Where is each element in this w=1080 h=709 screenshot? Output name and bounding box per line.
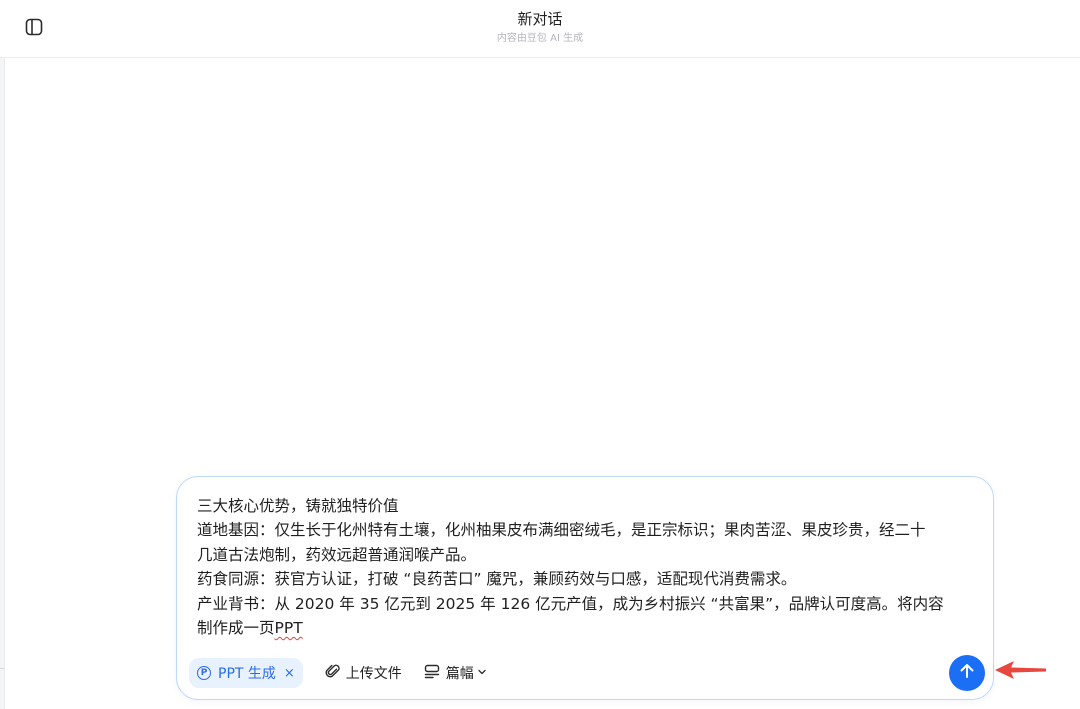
upload-file-label: 上传文件: [345, 666, 402, 682]
ppt-generate-chip[interactable]: P PPT 生成 ×: [189, 658, 303, 688]
length-label: 篇幅: [445, 666, 474, 682]
page-title: 新对话: [517, 10, 563, 28]
ppt-icon: P: [197, 666, 211, 680]
message-text: 制作成一页: [197, 619, 275, 638]
annotation-arrow-icon: [992, 657, 1048, 683]
arrow-up-icon: [958, 662, 976, 684]
close-icon[interactable]: ×: [284, 666, 295, 681]
message-input[interactable]: 三大核心优势，铸就独特价值 道地基因：仅生长于化州特有土壤，化州柚果皮布满细密绒…: [197, 494, 977, 640]
message-line-last: 制作成一页PPT: [197, 616, 977, 640]
length-dropdown[interactable]: 篇幅: [424, 663, 492, 683]
left-edge-strip: [0, 0, 5, 709]
message-line: 几道古法炮制，药效远超普通润喉产品。: [197, 545, 477, 564]
header: 新对话 内容由豆包 AI 生成: [0, 0, 1080, 58]
chevron-down-icon: [477, 665, 492, 681]
composer-toolbar: P PPT 生成 × 上传文件 篇幅: [189, 657, 492, 689]
app-window: 新对话 内容由豆包 AI 生成 三大核心优势，铸就独特价值 道地基因：仅生长于化…: [0, 0, 1080, 709]
message-composer: 三大核心优势，铸就独特价值 道地基因：仅生长于化州特有土壤，化州柚果皮布满细密绒…: [176, 476, 994, 700]
misspelled-word: PPT: [274, 619, 303, 638]
message-line: 药食同源：获官方认证，打破 “良药苦口” 魔咒，兼顾药效与口感，适配现代消费需求…: [197, 570, 797, 589]
divider: [0, 668, 4, 669]
ppt-chip-label: PPT 生成: [218, 666, 276, 682]
ai-disclaimer: 内容由豆包 AI 生成: [496, 33, 584, 44]
paperclip-icon: [325, 663, 346, 683]
message-line: 道地基因：仅生长于化州特有土壤，化州柚果皮布满细密绒毛，是正宗标识；果肉苦涩、果…: [197, 521, 926, 540]
send-button[interactable]: [949, 655, 985, 691]
upload-file-button[interactable]: 上传文件: [325, 663, 402, 683]
length-icon: [424, 663, 446, 683]
message-line: 产业背书：从 2020 年 35 亿元到 2025 年 126 亿元产值，成为乡…: [197, 594, 944, 613]
message-line: 三大核心优势，铸就独特价值: [197, 497, 399, 515]
